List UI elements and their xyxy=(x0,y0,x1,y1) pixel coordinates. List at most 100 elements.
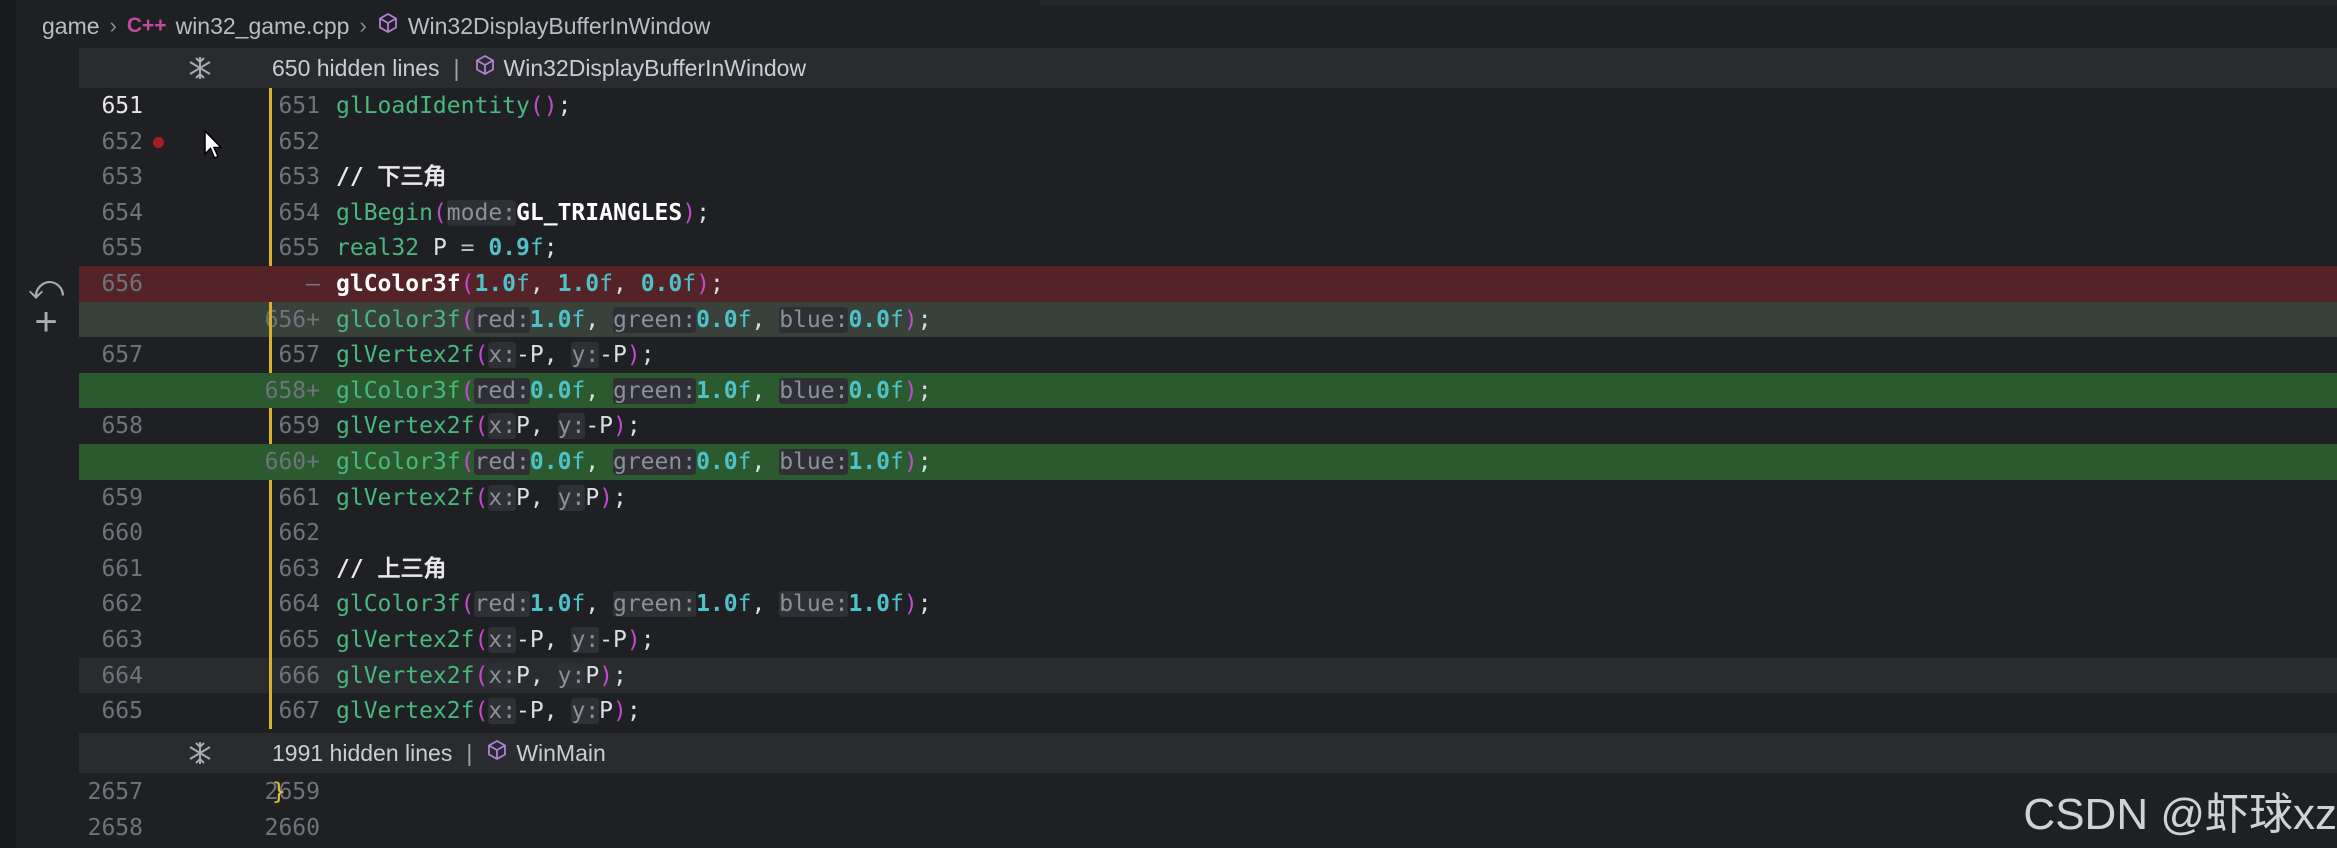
code-line[interactable]: 658 659 glVertex2f(x:P, y:-P); xyxy=(79,408,2337,445)
code-line[interactable]: 661 663 // 上三角 xyxy=(79,550,2337,587)
breakpoint-icon[interactable] xyxy=(153,136,164,148)
token: -P xyxy=(599,627,627,653)
modified-marker xyxy=(269,194,272,231)
line-number-original: 663 xyxy=(101,627,143,653)
code-text: glVertex2f(x:-P, y:-P); xyxy=(336,622,655,658)
token: 1.0 xyxy=(848,591,890,618)
token: ; xyxy=(696,199,710,226)
fold-symbol[interactable]: Win32DisplayBufferInWindow xyxy=(504,55,807,82)
token: 1.0 xyxy=(848,449,890,475)
inlay-hint: green: xyxy=(612,306,697,333)
line-number-modified: 664 xyxy=(278,591,320,618)
token: f xyxy=(571,377,586,404)
inlay-hint: green: xyxy=(612,377,697,404)
token: , xyxy=(529,662,558,689)
breadcrumb-root[interactable]: game xyxy=(42,13,100,40)
token: -P xyxy=(599,342,627,369)
divider: | xyxy=(466,739,473,766)
token: f xyxy=(889,306,904,333)
code-line[interactable]: 655 655 real32 P = 0.9f; xyxy=(79,230,2337,267)
code-line[interactable]: 663 665 glVertex2f(x:-P, y:-P); xyxy=(79,622,2337,658)
line-number-modified: 665 xyxy=(278,627,320,653)
line-number-modified: 651 xyxy=(278,93,320,119)
token: f xyxy=(889,591,904,618)
token: P xyxy=(516,413,530,440)
line-number-original: 651 xyxy=(101,93,143,119)
fold-icon[interactable] xyxy=(186,739,214,767)
token: 1.0 xyxy=(474,271,517,297)
added-line[interactable]: 658+ glColor3f(red:0.0f, green:1.0f, blu… xyxy=(79,372,2337,409)
plus-icon[interactable]: + xyxy=(28,302,64,342)
inlay-hint: blue: xyxy=(779,306,849,333)
token: ( xyxy=(474,627,489,653)
inlay-hint: y: xyxy=(557,662,586,689)
line-number-modified: 656+ xyxy=(264,306,320,333)
token: f xyxy=(737,591,752,618)
line-number-modified: 662 xyxy=(278,520,320,547)
inlay-hint: x: xyxy=(488,662,517,689)
code-line[interactable]: 652 652 xyxy=(79,123,2337,160)
added-line[interactable]: 660+ glColor3f(red:0.0f, green:0.0f, blu… xyxy=(79,444,2337,480)
token: ; xyxy=(626,698,641,725)
line-number-original: 2658 xyxy=(87,814,143,841)
modified-marker xyxy=(269,657,272,694)
breadcrumb-symbol[interactable]: Win32DisplayBufferInWindow xyxy=(408,13,711,40)
token: 1.0 xyxy=(529,306,572,333)
code-line[interactable]: 657 657 glVertex2f(x:-P, y:-P); xyxy=(79,337,2337,374)
deleted-line[interactable]: 656 — glColor3f(1.0f, 1.0f, 0.0f); xyxy=(79,266,2337,302)
token: ( xyxy=(460,377,475,404)
code-line[interactable]: 2658 2660 xyxy=(79,810,2337,846)
inlay-hint: green: xyxy=(612,449,697,475)
top-tab-shade xyxy=(1040,0,2337,5)
token: ) xyxy=(682,199,697,226)
inlay-hint: x: xyxy=(488,698,517,725)
line-number-modified: 659 xyxy=(278,413,320,440)
code-line[interactable]: 651 651 glLoadIdentity(); xyxy=(79,88,2337,124)
code-line[interactable]: 654 654 glBegin(mode:GL_TRIANGLES); xyxy=(79,194,2337,231)
cube-icon xyxy=(474,54,496,82)
modified-marker xyxy=(269,479,272,516)
code-line[interactable]: 659 661 glVertex2f(x:P, y:P); xyxy=(79,479,2337,516)
cube-icon xyxy=(377,12,399,40)
code-line[interactable]: 665 667 glVertex2f(x:-P, y:P); xyxy=(79,693,2337,730)
token: , xyxy=(613,271,641,297)
code-comment: // 上三角 xyxy=(336,555,447,582)
token: ; xyxy=(917,591,932,618)
line-number-original: 654 xyxy=(101,199,143,226)
token: P xyxy=(516,484,530,511)
fold-label: 650 hidden lines xyxy=(272,54,440,81)
line-number-original: 656 xyxy=(101,271,143,297)
added-line[interactable]: 656+ glColor3f(red:1.0f, green:0.0f, blu… xyxy=(79,301,2337,338)
token: ; xyxy=(709,271,724,297)
code-line[interactable]: 653 653 // 下三角 xyxy=(79,159,2337,196)
breadcrumb-file[interactable]: win32_game.cpp xyxy=(176,13,350,40)
token: , xyxy=(543,627,572,653)
token: , xyxy=(543,342,572,369)
fold-symbol[interactable]: WinMain xyxy=(516,740,605,767)
fold-icon[interactable] xyxy=(186,54,214,82)
inlay-hint: y: xyxy=(557,484,586,511)
token: glColor3f xyxy=(336,449,461,475)
hidden-lines-fold[interactable]: 1991 hidden lines | WinMain xyxy=(79,733,2337,773)
current-line[interactable]: 664 666 glVertex2f(x:P, y:P); xyxy=(79,657,2337,694)
code-text: glLoadIdentity(); xyxy=(336,88,571,124)
token: 0.0 xyxy=(640,271,683,297)
token: ) xyxy=(626,342,641,369)
line-number-original: 2657 xyxy=(87,779,143,805)
token: f xyxy=(571,591,586,618)
inlay-hint: x: xyxy=(488,342,517,369)
code-line[interactable]: 660 662 xyxy=(79,515,2337,552)
mouse-cursor-icon xyxy=(204,129,223,160)
hidden-lines-fold[interactable]: 650 hidden lines | Win32DisplayBufferInW… xyxy=(79,48,2337,88)
diff-editor[interactable]: 650 hidden lines | Win32DisplayBufferInW… xyxy=(79,48,2337,848)
token: ( xyxy=(474,342,489,369)
token: glLoadIdentity xyxy=(336,93,530,119)
inlay-hint: mode: xyxy=(446,199,517,226)
token: f xyxy=(737,306,752,333)
token: , xyxy=(585,591,613,618)
code-line[interactable]: 662 664 glColor3f(red:1.0f, green:1.0f, … xyxy=(79,586,2337,623)
token: 0.0 xyxy=(696,449,738,475)
token: ) xyxy=(599,662,614,689)
code-line[interactable]: 2657 2659 } xyxy=(79,774,2337,810)
token: ; xyxy=(557,93,572,119)
